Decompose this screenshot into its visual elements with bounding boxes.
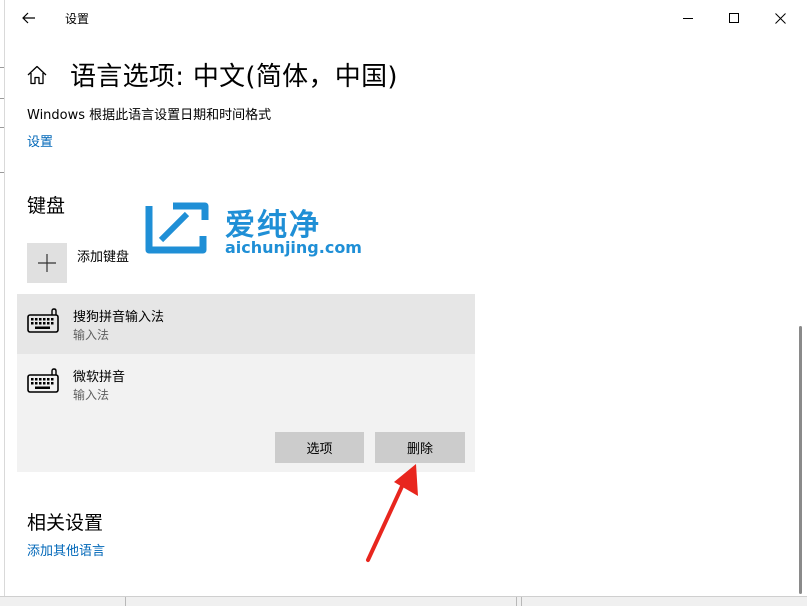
annotation-arrow-icon <box>366 464 418 562</box>
keyboard-item-name: 搜狗拼音输入法 <box>73 310 165 325</box>
keyboard-item-sogou[interactable]: 搜狗拼音输入法 输入法 <box>17 294 475 354</box>
add-box <box>27 243 67 283</box>
add-language-link[interactable]: 添加其他语言 <box>27 540 105 559</box>
watermark-en-text: aichunjing.com <box>225 238 362 257</box>
add-keyboard-label: 添加键盘 <box>77 250 130 265</box>
close-icon <box>774 12 786 24</box>
keyboard-item-microsoft-pinyin[interactable]: 微软拼音 输入法 <box>17 354 475 414</box>
related-settings-title: 相关设置 <box>27 512 104 534</box>
keyboard-icon <box>27 368 59 393</box>
watermark-logo-icon <box>145 202 209 254</box>
keyboard-item-name: 微软拼音 <box>73 370 126 385</box>
window-title: 设置 <box>65 12 90 26</box>
page-title: 语言选项: 中文(简体，中国) <box>70 62 398 92</box>
keyboard-section-title: 键盘 <box>27 195 66 217</box>
options-button[interactable]: 选项 <box>275 432 364 463</box>
back-button[interactable] <box>15 4 43 32</box>
region-settings-link[interactable]: 设置 <box>27 131 53 150</box>
keyboard-icon <box>27 308 59 333</box>
home-icon[interactable] <box>26 64 48 86</box>
title-bar: 设置 <box>5 0 807 36</box>
maximize-button[interactable] <box>711 0 757 36</box>
add-keyboard-button[interactable]: 添加键盘 <box>27 243 129 283</box>
watermark: 爱纯净 aichunjing.com <box>143 198 362 264</box>
region-format-description: Windows 根据此语言设置日期和时间格式 <box>27 108 272 123</box>
vertical-scrollbar[interactable] <box>798 36 804 596</box>
back-arrow-icon <box>22 12 35 24</box>
minimize-button[interactable] <box>665 0 711 36</box>
keyboard-list: 搜狗拼音输入法 输入法 微软拼音 输入法 选项 删除 <box>17 294 475 472</box>
background-taskbar-strip <box>0 596 807 606</box>
settings-window: 设置 语言选项: 中文(简体，中国) Windows 根据此语言设置日期和时间格… <box>0 0 807 606</box>
delete-button[interactable]: 删除 <box>375 432 465 463</box>
background-window-edge <box>0 0 5 606</box>
keyboard-item-type: 输入法 <box>73 328 110 342</box>
maximize-icon <box>729 13 739 23</box>
scrollbar-thumb[interactable] <box>799 326 802 594</box>
minimize-icon <box>683 18 693 19</box>
keyboard-item-type: 输入法 <box>73 388 110 402</box>
plus-icon <box>38 254 56 272</box>
close-button[interactable] <box>757 0 803 36</box>
